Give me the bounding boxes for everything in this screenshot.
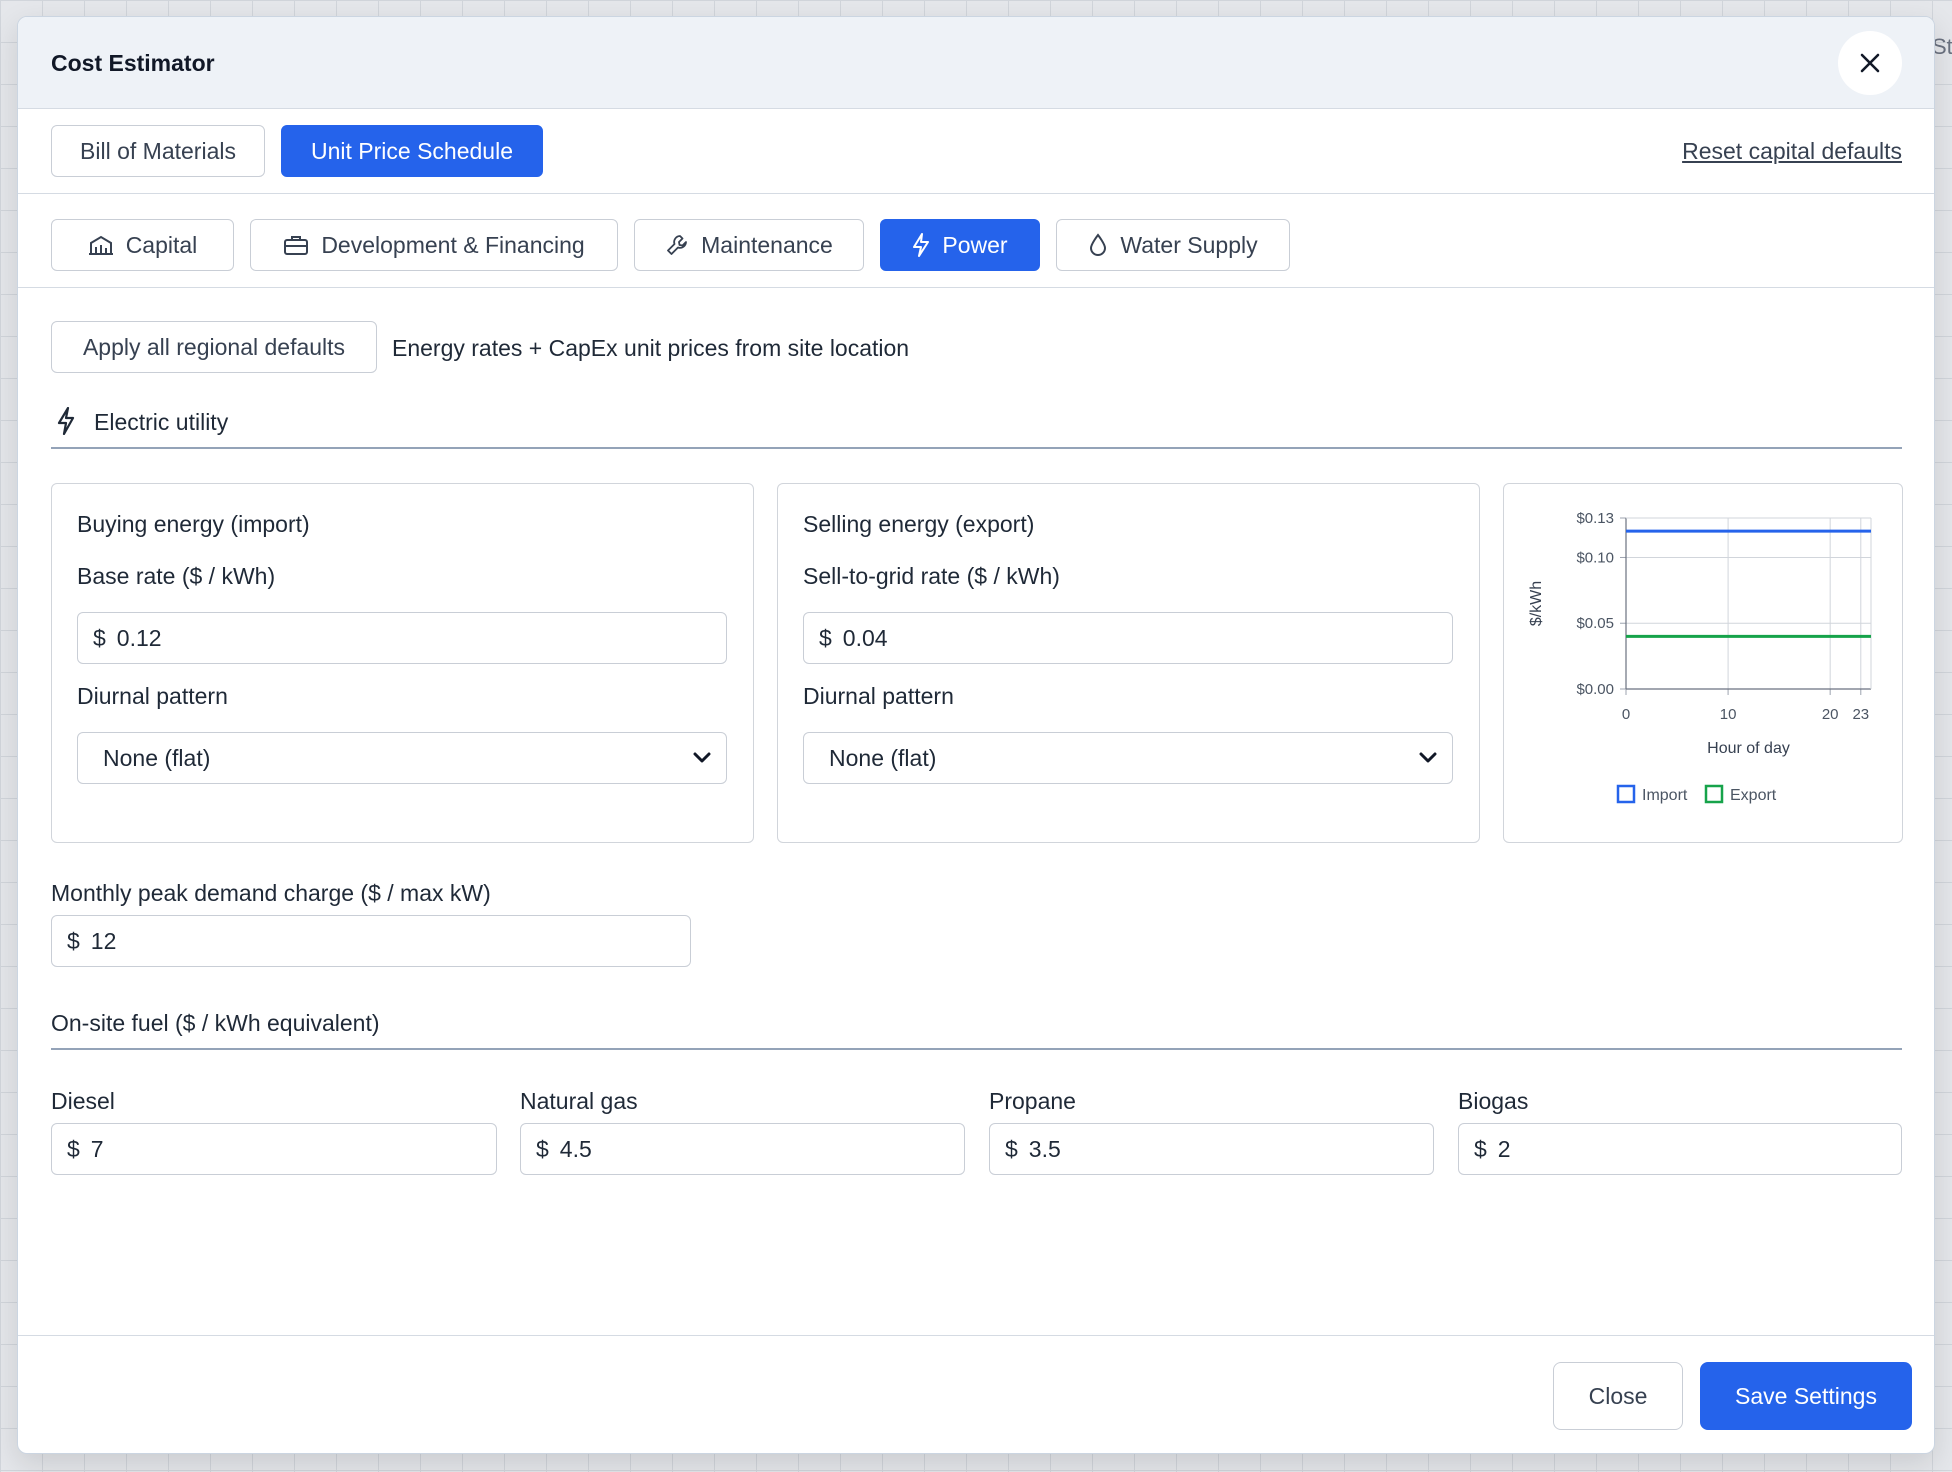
currency-symbol: $ [67, 1135, 80, 1162]
subtab-label: Capital [125, 231, 198, 258]
modal-header: Cost Estimator [18, 17, 1934, 109]
import-diurnal-pattern-select[interactable]: None (flat) [77, 732, 727, 784]
diurnal-pattern-label: Diurnal pattern [803, 683, 954, 709]
x-axis-label: Hour of day [1707, 740, 1790, 757]
subtab-label: Development & Financing [321, 231, 585, 258]
select-value: None (flat) [829, 744, 937, 771]
tab-bill-of-materials[interactable]: Bill of Materials [51, 125, 265, 177]
natural-gas-price-input[interactable]: $ 4.5 [520, 1123, 965, 1175]
background-edge-text: St [1932, 34, 1952, 59]
legend-label-export: Export [1730, 787, 1777, 804]
export-diurnal-pattern-select[interactable]: None (flat) [803, 732, 1453, 784]
legend-label-import: Import [1642, 787, 1688, 804]
reset-capital-defaults-link[interactable]: Reset capital defaults [1682, 138, 1902, 165]
subtab-capital[interactable]: Capital [51, 219, 234, 271]
subtab-development-financing[interactable]: Development & Financing [250, 219, 618, 271]
chevron-down-icon [1419, 752, 1437, 763]
diurnal-pattern-label: Diurnal pattern [77, 683, 228, 709]
building-icon [88, 235, 113, 255]
currency-symbol: $ [1474, 1135, 1487, 1162]
footer-divider [18, 1335, 1934, 1336]
tab-unit-price-schedule[interactable]: Unit Price Schedule [281, 125, 543, 177]
briefcase-icon [284, 236, 309, 255]
x-tick-label: 23 [1852, 706, 1869, 723]
biogas-price-input[interactable]: $ 2 [1458, 1123, 1902, 1175]
y-tick-label: $0.13 [1576, 510, 1614, 527]
fuel-value: 2 [1497, 1135, 1511, 1162]
divider [18, 193, 1934, 194]
currency-symbol: $ [536, 1135, 549, 1162]
y-tick-label: $0.10 [1576, 549, 1614, 566]
propane-price-input[interactable]: $ 3.5 [989, 1123, 1434, 1175]
modal-title: Cost Estimator [51, 50, 215, 76]
wrench-icon [667, 235, 688, 255]
legend-swatch-import [1616, 784, 1636, 804]
close-modal-button[interactable] [1838, 31, 1902, 95]
fuel-value: 4.5 [559, 1135, 592, 1162]
buying-heading: Buying energy (import) [77, 511, 310, 537]
fuel-value: 7 [90, 1135, 104, 1162]
tab-label: Unit Price Schedule [311, 137, 513, 164]
legend-swatch-export [1704, 784, 1724, 804]
chevron-down-icon [693, 752, 711, 763]
button-label: Save Settings [1735, 1382, 1877, 1409]
fuel-label-diesel: Diesel [51, 1088, 115, 1114]
close-button[interactable]: Close [1553, 1362, 1683, 1430]
y-tick-label: $0.05 [1576, 615, 1614, 632]
apply-defaults-description: Energy rates + CapEx unit prices from si… [392, 335, 910, 361]
save-settings-button[interactable]: Save Settings [1700, 1362, 1912, 1430]
subtab-maintenance[interactable]: Maintenance [634, 219, 864, 271]
x-tick-label: 10 [1720, 706, 1737, 723]
currency-symbol: $ [93, 624, 106, 651]
apply-regional-defaults-button[interactable]: Apply all regional defaults [51, 321, 377, 373]
lightning-icon [57, 407, 75, 435]
sell-rate-label: Sell-to-grid rate ($ / kWh) [803, 563, 1060, 589]
divider [18, 287, 1934, 288]
electric-utility-heading: Electric utility [94, 409, 229, 435]
close-icon [1860, 53, 1880, 73]
x-tick-label: 20 [1822, 706, 1839, 723]
x-tick-label: 0 [1622, 706, 1630, 723]
lightning-icon [913, 233, 930, 257]
fuel-value: 3.5 [1028, 1135, 1061, 1162]
base-rate-value: 0.12 [116, 624, 162, 651]
section-rule [51, 1048, 1902, 1050]
base-rate-input[interactable]: $ 0.12 [77, 612, 727, 664]
y-tick-label: $0.00 [1576, 681, 1614, 698]
tab-label: Bill of Materials [80, 137, 236, 164]
demand-charge-value: 12 [90, 927, 117, 954]
rate-chart-card: $0.00 $0.05 $0.10 $0.13 0 10 20 23 Hour of day $/… [1503, 483, 1903, 843]
buying-energy-card: Buying energy (import) Base rate ($ / kW… [51, 483, 754, 843]
diesel-price-input[interactable]: $ 7 [51, 1123, 497, 1175]
base-rate-label: Base rate ($ / kWh) [77, 563, 276, 589]
cost-estimator-modal: Cost Estimator Bill of Materials Unit Pr… [17, 16, 1935, 1454]
select-value: None (flat) [103, 744, 211, 771]
fuel-label-biogas: Biogas [1458, 1088, 1529, 1114]
subtab-power[interactable]: Power [880, 219, 1040, 271]
sell-rate-input[interactable]: $ 0.04 [803, 612, 1453, 664]
onsite-fuel-heading: On-site fuel ($ / kWh equivalent) [51, 1010, 380, 1036]
sell-rate-value: 0.04 [842, 624, 888, 651]
button-label: Apply all regional defaults [82, 333, 346, 360]
currency-symbol: $ [1005, 1135, 1018, 1162]
subtab-label: Maintenance [701, 231, 833, 258]
currency-symbol: $ [67, 927, 80, 954]
selling-energy-card: Selling energy (export) Sell-to-grid rat… [777, 483, 1480, 843]
button-label: Close [1588, 1382, 1648, 1409]
currency-symbol: $ [819, 624, 832, 651]
section-rule [51, 447, 1902, 449]
demand-charge-label: Monthly peak demand charge ($ / max kW) [51, 880, 491, 906]
y-axis-label: $/kWh [1528, 581, 1545, 626]
fuel-label-natural-gas: Natural gas [520, 1088, 638, 1114]
demand-charge-input[interactable]: $ 12 [51, 915, 691, 967]
subtab-label: Water Supply [1120, 231, 1258, 258]
subtab-water-supply[interactable]: Water Supply [1056, 219, 1290, 271]
subtab-label: Power [942, 231, 1008, 258]
selling-heading: Selling energy (export) [803, 511, 1035, 537]
rate-chart: $0.00 $0.05 $0.10 $0.13 0 10 20 23 Hour of day $/… [1528, 510, 1872, 804]
fuel-label-propane: Propane [989, 1088, 1076, 1114]
droplet-icon [1090, 233, 1107, 256]
